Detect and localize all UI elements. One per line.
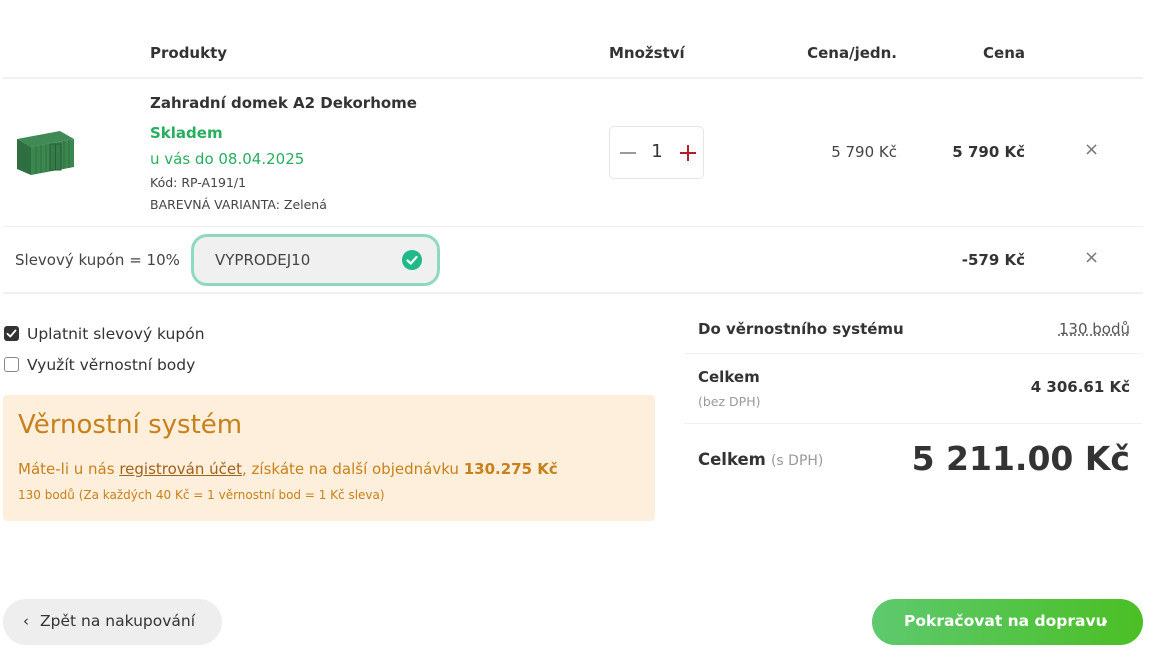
divider <box>684 353 1142 354</box>
summary-loyalty-label: Do věrnostního systému <box>698 320 904 338</box>
grand-total-label-group: Celkem (s DPH) <box>698 450 823 469</box>
coupon-code-field[interactable]: VYPRODEJ10 <box>191 234 440 286</box>
use-points-checkbox[interactable] <box>4 357 19 372</box>
loyalty-text: Máte-li u nás registrován účet, získáte … <box>18 460 558 478</box>
grand-total-sub: (s DPH) <box>770 453 824 469</box>
quantity-stepper: 1 <box>609 126 704 179</box>
back-button-label: Zpět na nakupování <box>40 612 196 630</box>
loyalty-title: Věrnostní systém <box>18 410 243 440</box>
coupon-code: VYPRODEJ10 <box>215 251 311 269</box>
header-quantity: Množství <box>609 44 685 62</box>
stock-status: Skladem <box>150 124 223 142</box>
apply-coupon-checkbox[interactable] <box>4 326 19 341</box>
loyalty-note: 130 bodů (Za každých 40 Kč = 1 věrnostní… <box>18 488 385 502</box>
continue-to-shipping-button[interactable]: Pokračovat na dopravu › <box>872 599 1143 645</box>
use-points-label[interactable]: Využít věrnostní body <box>27 356 195 374</box>
summary-total-sub: (bez DPH) <box>698 394 761 409</box>
header-price: Cena <box>983 44 1025 62</box>
coupon-discount: -579 Kč <box>961 251 1025 269</box>
back-to-shopping-button[interactable]: ‹ Zpět na nakupování <box>3 599 222 645</box>
divider <box>3 226 1143 227</box>
summary-loyalty-points[interactable]: 130 bodů <box>960 320 1130 338</box>
summary-total-value: 4 306.61 Kč <box>1030 378 1130 396</box>
next-button-label: Pokračovat na dopravu <box>904 612 1107 630</box>
remove-coupon-icon[interactable]: × <box>1084 249 1099 267</box>
minus-icon[interactable] <box>618 139 638 167</box>
grand-total-value: 5 211.00 Kč <box>911 439 1130 478</box>
loyalty-text-after: , získáte na další objednávku <box>242 460 464 478</box>
unit-price: 5 790 Kč <box>831 143 897 161</box>
grand-total-label: Celkem <box>698 450 766 469</box>
line-price: 5 790 Kč <box>952 143 1025 161</box>
delivery-date: u vás do 08.04.2025 <box>150 150 305 168</box>
coupon-label: Slevový kupón = 10% <box>15 251 180 269</box>
loyalty-points-value[interactable]: 130 bodů <box>1059 320 1130 338</box>
header-products: Produkty <box>150 44 228 62</box>
register-link[interactable]: registrován účet <box>119 460 242 478</box>
loyalty-text-before: Máte-li u nás <box>18 460 120 478</box>
garden-shed-image[interactable] <box>14 125 76 179</box>
summary-total-label: Celkem <box>698 368 760 386</box>
product-name[interactable]: Zahradní domek A2 Dekorhome <box>150 94 417 112</box>
divider <box>684 423 1142 424</box>
check-icon <box>402 250 422 270</box>
loyalty-amount: 130.275 Kč <box>463 460 558 478</box>
product-variant: BAREVNÁ VARIANTA: Zelená <box>150 197 327 212</box>
product-code: Kód: RP-A191/1 <box>150 175 247 190</box>
header-unit-price: Cena/jedn. <box>807 44 897 62</box>
apply-coupon-label[interactable]: Uplatnit slevový kupón <box>27 325 205 343</box>
quantity-value[interactable]: 1 <box>646 141 668 162</box>
chevron-left-icon: ‹ <box>23 612 29 630</box>
divider <box>3 77 1143 79</box>
remove-item-icon[interactable]: × <box>1084 141 1099 159</box>
plus-icon[interactable] <box>678 139 698 167</box>
divider <box>3 292 1143 294</box>
chevron-right-icon: › <box>1102 612 1109 630</box>
